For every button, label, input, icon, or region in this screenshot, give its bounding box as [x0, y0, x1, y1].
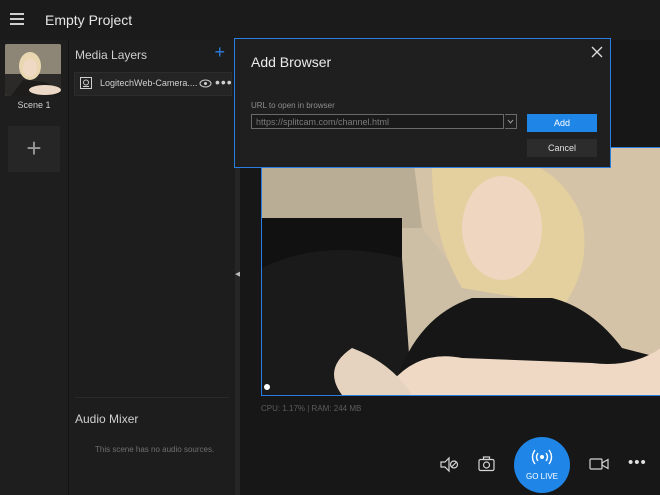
performance-stats: CPU: 1.17% | RAM: 244 MB	[261, 404, 362, 413]
camera-preview[interactable]	[261, 147, 660, 396]
plus-icon: +	[26, 133, 42, 163]
cancel-button[interactable]: Cancel	[527, 139, 597, 157]
add-button[interactable]: Add	[527, 114, 597, 132]
top-bar: Empty Project	[0, 0, 660, 41]
snapshot-icon[interactable]	[478, 456, 495, 472]
url-dropdown-button[interactable]	[505, 114, 517, 129]
media-layers-panel: Media Layers + LogitechWeb-Camera.... ••…	[69, 40, 235, 495]
menu-icon[interactable]	[10, 13, 24, 25]
layer-label: LogitechWeb-Camera....	[100, 78, 198, 88]
video-camera-icon[interactable]	[589, 457, 609, 471]
panel-divider	[75, 397, 229, 398]
camera-source-icon	[80, 77, 92, 89]
more-options-icon[interactable]: •••	[628, 454, 647, 471]
eye-icon[interactable]	[199, 77, 212, 90]
add-layer-button[interactable]: +	[214, 42, 225, 63]
add-scene-button[interactable]: +	[8, 126, 60, 172]
url-input[interactable]	[251, 114, 504, 129]
chevron-down-icon	[507, 119, 514, 124]
go-live-button[interactable]: GO LIVE	[514, 437, 570, 493]
resize-handle[interactable]	[264, 384, 270, 390]
go-live-label: GO LIVE	[525, 472, 558, 481]
scenes-panel: Scene 1 +	[0, 40, 69, 495]
audio-mixer-title: Audio Mixer	[75, 412, 139, 426]
dialog-title: Add Browser	[251, 54, 332, 70]
project-title: Empty Project	[45, 12, 133, 28]
media-layers-title: Media Layers	[75, 48, 148, 62]
speaker-mute-icon[interactable]	[439, 456, 459, 473]
close-icon[interactable]	[591, 46, 603, 58]
scene-label: Scene 1	[17, 100, 51, 110]
url-label: URL to open in browser	[251, 101, 335, 110]
add-browser-dialog: Add Browser URL to open in browser Add C…	[234, 38, 611, 168]
scene-thumbnail[interactable]	[5, 44, 61, 96]
more-icon[interactable]: •••	[215, 74, 233, 90]
broadcast-icon	[531, 449, 553, 465]
plus-icon: +	[214, 42, 225, 62]
audio-empty-text: This scene has no audio sources.	[95, 445, 215, 454]
layer-item[interactable]: LogitechWeb-Camera.... •••	[74, 72, 232, 96]
